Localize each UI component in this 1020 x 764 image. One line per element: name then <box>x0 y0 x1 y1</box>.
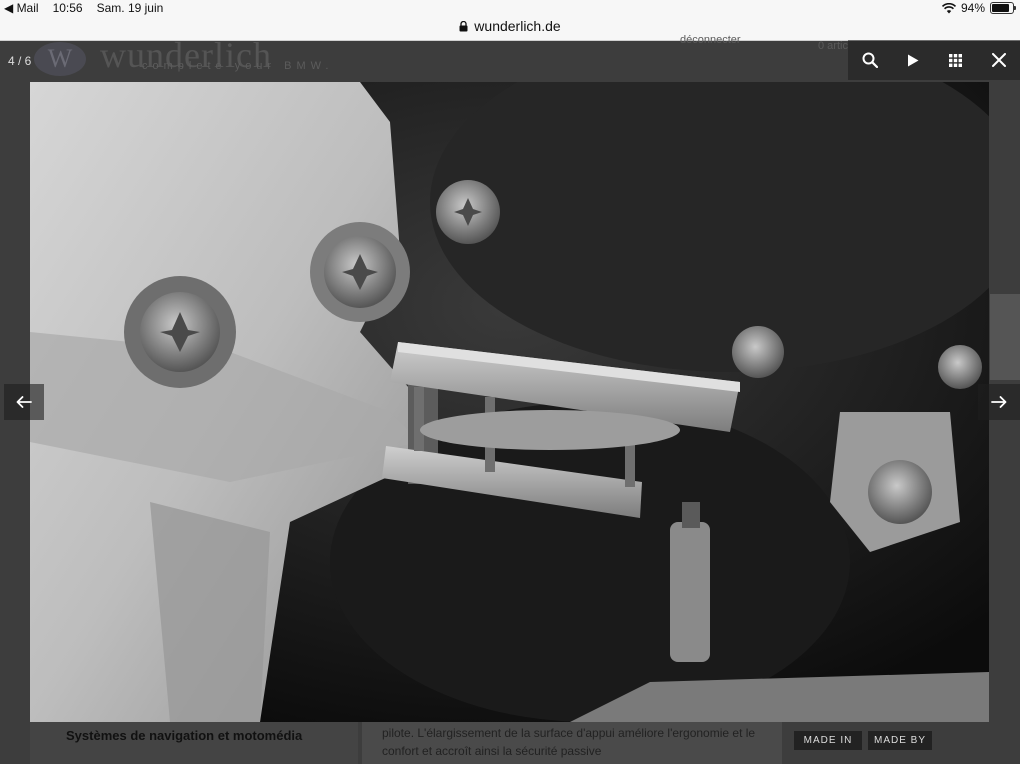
status-date: Sam. 19 juin <box>96 1 164 15</box>
url-domain: wunderlich.de <box>474 18 561 34</box>
site-logo: W wunderlich complete your BMW. <box>34 35 334 80</box>
battery-percentage: 94% <box>960 1 985 15</box>
thumbnails-grid-button[interactable] <box>934 40 977 80</box>
previous-image-button[interactable] <box>4 384 44 420</box>
header-cart-text: 0 artic <box>818 40 848 52</box>
grid-icon <box>949 53 962 67</box>
made-in-badge: MADE IN <box>794 731 862 750</box>
ios-status-bar: ◀ Mail 10:56 Sam. 19 juin 94% <box>0 0 1020 16</box>
lightbox-toolbar <box>848 40 1020 80</box>
lock-icon <box>459 16 468 36</box>
sidebar-nav-item: Systèmes de navigation et motomédia <box>66 728 303 743</box>
close-icon <box>991 53 1006 67</box>
footpeg-engine-photo <box>30 82 989 722</box>
side-tab-icons <box>990 294 1020 380</box>
zoom-button[interactable] <box>848 40 891 80</box>
wifi-icon <box>941 2 956 13</box>
product-photo <box>30 82 989 722</box>
back-to-mail-link[interactable]: ◀ Mail <box>4 0 39 16</box>
search-icon <box>862 52 878 68</box>
close-lightbox-button[interactable] <box>977 40 1020 80</box>
status-time: 10:56 <box>52 1 83 15</box>
logo-emblem-icon: W <box>34 42 86 76</box>
next-image-button[interactable] <box>978 384 1020 420</box>
arrow-right-icon <box>991 396 1007 408</box>
image-counter: 4 / 6 <box>8 54 32 68</box>
play-icon <box>907 54 918 66</box>
battery-icon <box>990 2 1016 14</box>
logo-tagline: complete your BMW. <box>142 60 334 72</box>
made-by-badge: MADE BY <box>868 731 932 750</box>
header-disconnect-link: déconnecter <box>680 34 741 46</box>
arrow-left-icon <box>16 396 32 408</box>
product-description: pilote. L'élargissement de la surface d'… <box>382 726 756 758</box>
slideshow-play-button[interactable] <box>891 40 934 80</box>
